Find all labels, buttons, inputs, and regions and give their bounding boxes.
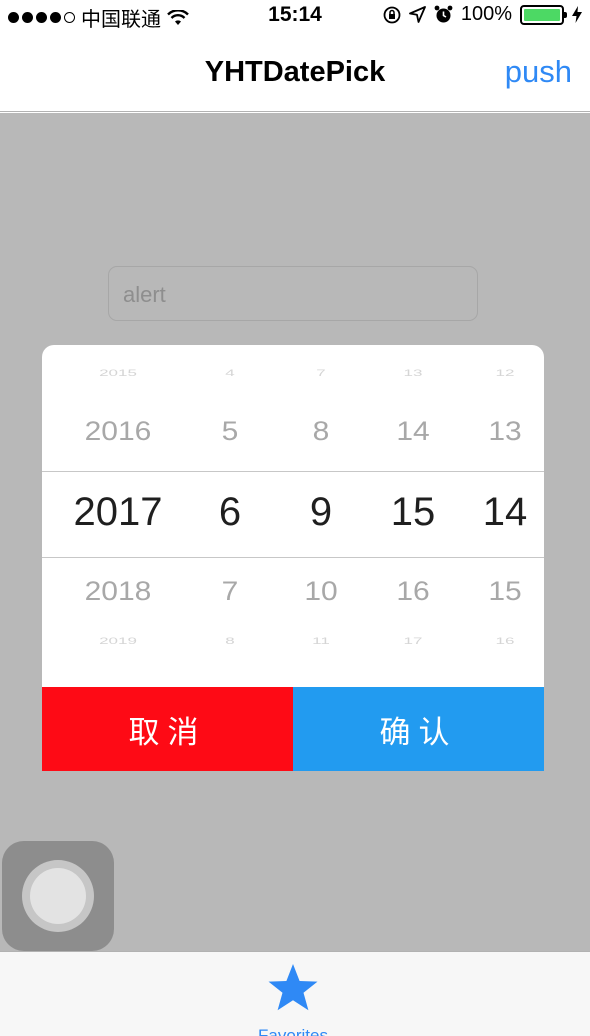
cancel-button[interactable]: 取消 bbox=[42, 687, 293, 771]
picker-option[interactable]: 8 bbox=[292, 417, 350, 448]
tab-bar: Favorites bbox=[0, 951, 590, 1036]
picker-option[interactable]: 10 bbox=[292, 577, 350, 608]
page-title: YHTDatePick bbox=[204, 56, 386, 88]
charging-bolt-icon bbox=[572, 6, 582, 23]
picker-option[interactable]: 7 bbox=[202, 577, 258, 608]
assistive-touch-button[interactable] bbox=[2, 841, 114, 951]
picker-option[interactable]: 15 bbox=[470, 577, 540, 608]
status-right: 100% bbox=[383, 3, 582, 26]
picker-option[interactable]: 16 bbox=[470, 636, 540, 647]
picker-option[interactable]: 5 bbox=[202, 417, 258, 448]
navigation-bar: YHTDatePick push bbox=[0, 30, 590, 112]
picker-column-year[interactable]: 2015 2016 2017 2018 2019 bbox=[70, 345, 166, 687]
picker-column-day[interactable]: 7 8 9 10 11 bbox=[292, 345, 350, 687]
picker-column-month[interactable]: 4 5 6 7 8 bbox=[202, 345, 258, 687]
picker-option[interactable]: 2015 bbox=[70, 368, 166, 379]
picker-selected-day[interactable]: 9 bbox=[292, 490, 350, 535]
picker-option[interactable]: 4 bbox=[202, 368, 258, 379]
date-picker-dialog: 2015 2016 2017 2018 2019 4 5 6 7 8 7 8 9… bbox=[42, 345, 544, 771]
picker-option[interactable]: 2018 bbox=[70, 577, 166, 608]
picker-option[interactable]: 13 bbox=[378, 368, 448, 379]
picker-option[interactable]: 11 bbox=[292, 636, 350, 647]
dimmed-background-overlay[interactable]: alert 2015 2016 2017 2018 2019 4 5 6 7 8… bbox=[0, 113, 590, 951]
alarm-clock-icon bbox=[434, 5, 453, 23]
date-picker-wheel[interactable]: 2015 2016 2017 2018 2019 4 5 6 7 8 7 8 9… bbox=[42, 345, 544, 687]
picker-option[interactable]: 2016 bbox=[70, 417, 166, 448]
picker-option[interactable]: 17 bbox=[378, 636, 448, 647]
rotation-lock-icon bbox=[383, 6, 401, 23]
picker-option[interactable]: 2019 bbox=[70, 636, 166, 647]
dialog-button-row: 取消 确认 bbox=[42, 687, 544, 771]
tab-label: Favorites bbox=[258, 1026, 328, 1036]
assistive-touch-center bbox=[30, 868, 86, 924]
picker-option[interactable]: 7 bbox=[292, 368, 350, 379]
assistive-touch-ring bbox=[22, 860, 94, 932]
picker-option[interactable]: 13 bbox=[470, 417, 540, 448]
picker-column-minute[interactable]: 12 13 14 15 16 bbox=[470, 345, 540, 687]
status-bar: 中国联通 15:14 100% bbox=[0, 0, 590, 31]
picker-selected-minute[interactable]: 14 bbox=[470, 490, 540, 535]
battery-fill bbox=[524, 8, 560, 21]
picker-selected-year[interactable]: 2017 bbox=[70, 490, 166, 535]
picker-option[interactable]: 14 bbox=[378, 417, 448, 448]
picker-option[interactable]: 16 bbox=[378, 577, 448, 608]
picker-column-hour[interactable]: 13 14 15 16 17 bbox=[378, 345, 448, 687]
tab-favorites[interactable]: Favorites bbox=[243, 960, 343, 1036]
picker-selected-hour[interactable]: 15 bbox=[378, 490, 448, 535]
alert-input[interactable]: alert bbox=[108, 266, 478, 321]
battery-icon bbox=[520, 4, 567, 25]
picker-selected-month[interactable]: 6 bbox=[202, 490, 258, 535]
push-button[interactable]: push bbox=[505, 54, 572, 90]
location-arrow-icon bbox=[408, 6, 426, 23]
picker-option[interactable]: 8 bbox=[202, 636, 258, 647]
battery-percent: 100% bbox=[460, 3, 512, 25]
confirm-button[interactable]: 确认 bbox=[293, 687, 544, 771]
star-icon bbox=[268, 964, 318, 1011]
picker-option[interactable]: 12 bbox=[470, 368, 540, 379]
